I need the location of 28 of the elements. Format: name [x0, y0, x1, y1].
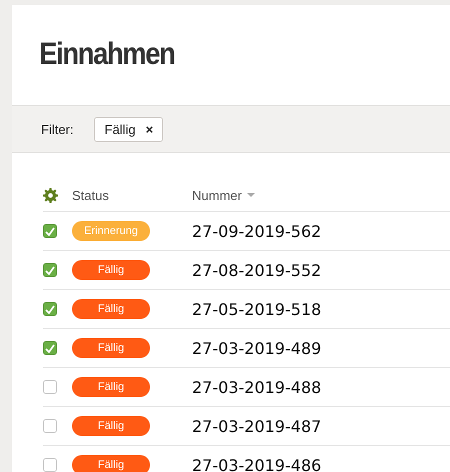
status-badge: Fällig: [72, 338, 150, 358]
status-badge: Fällig: [72, 416, 150, 436]
invoice-number: 27-09-2019-562: [192, 222, 322, 240]
checkbox[interactable]: [43, 458, 57, 472]
filter-label: Filter:: [41, 122, 74, 136]
status-badge: Fällig: [72, 299, 150, 319]
checkbox[interactable]: [43, 302, 57, 316]
filter-chip[interactable]: Fällig ×: [94, 116, 164, 142]
invoice-number: 27-03-2019-488: [192, 378, 322, 396]
invoice-number: 27-03-2019-489: [192, 338, 322, 358]
page-title: Einnahmen: [39, 36, 174, 72]
invoice-number: 27-08-2019-552: [192, 260, 322, 280]
invoice-number: 27-03-2019-486: [192, 456, 322, 472]
invoice-number: 27-03-2019-487: [192, 416, 322, 436]
settings-icon[interactable]: [43, 188, 58, 202]
remove-icon[interactable]: ×: [146, 122, 154, 136]
column-header[interactable]: Status: [72, 188, 192, 202]
checkbox[interactable]: [43, 380, 57, 394]
status-badge: Fällig: [72, 455, 150, 472]
column-header[interactable]: Nummer: [192, 188, 255, 202]
invoice-number: 27-05-2019-518: [192, 300, 322, 318]
status-badge: Fällig: [72, 260, 150, 280]
status-badge: Fällig: [72, 377, 150, 397]
checkbox[interactable]: [43, 263, 57, 277]
checkbox[interactable]: [43, 341, 57, 355]
status-badge: Erinnerung: [72, 221, 150, 241]
checkbox[interactable]: [43, 419, 57, 433]
checkbox[interactable]: [43, 224, 57, 238]
